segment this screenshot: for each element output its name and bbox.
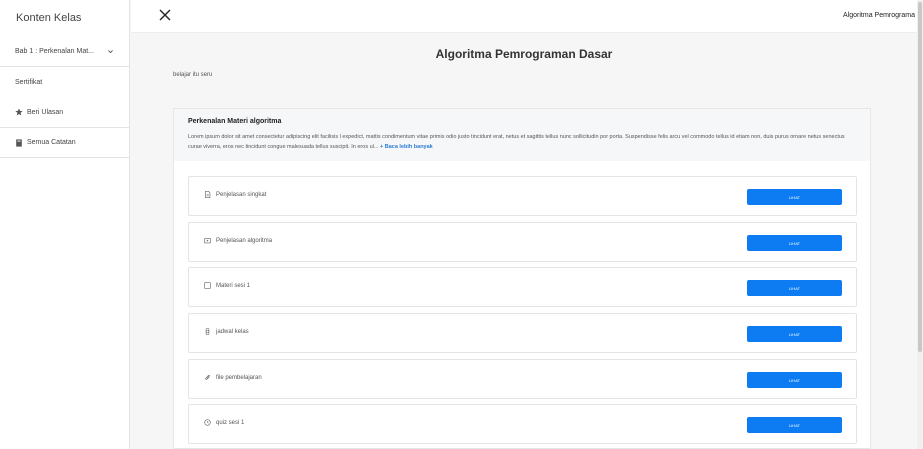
list-item-label-group: quiz sesi 1 (204, 419, 244, 426)
lihat-button[interactable]: LIHAT (747, 280, 842, 296)
list-item-label-group: jadwal kelas (204, 328, 249, 335)
sidebar-item-sertifikat[interactable]: Sertifikat (0, 67, 129, 97)
list-item-label: Penjelasan algoritma (216, 237, 273, 244)
list-item[interactable]: Penjelasan algoritma LIHAT (188, 222, 857, 262)
lihat-button[interactable]: LIHAT (747, 417, 842, 433)
square-icon (204, 282, 211, 289)
list-item[interactable]: quiz sesi 1 LIHAT (188, 404, 857, 444)
sidebar-item-semua-catatan[interactable]: Semua Catatan (0, 127, 129, 158)
lihat-button[interactable]: LIHAT (747, 372, 842, 388)
sidebar: Konten Kelas Bab 1 : Perkenalan Mat... S… (0, 0, 130, 449)
list-item-label-group: Penjelasan singkat (204, 191, 266, 198)
chapter-panel: Perkenalan Materi algoritma Lorem ipsum … (173, 108, 871, 449)
chapter-intro-body: Lorem ipsum dolor sit amet consectetur a… (188, 132, 856, 152)
sidebar-item-label: Beri Ulasan (27, 108, 64, 116)
video-icon (204, 238, 211, 244)
page-title: Algoritma Pemrograman Dasar (435, 47, 613, 61)
star-icon (15, 108, 23, 116)
lihat-button[interactable]: LIHAT (747, 189, 842, 205)
notebook-icon (16, 138, 22, 147)
course-subtitle: belajar itu seru (173, 72, 213, 78)
chevron-down-icon (108, 49, 113, 53)
list-item[interactable]: file pembelajaran LIHAT (188, 359, 857, 399)
clock-icon (204, 419, 211, 426)
sidebar-item-beri-ulasan[interactable]: Beri Ulasan (0, 97, 129, 127)
list-item-label-group: file pembelajaran (204, 374, 262, 381)
sidebar-item-label: Sertifikat (15, 78, 43, 86)
paperclip-icon (205, 374, 210, 380)
sidebar-chapter-dropdown[interactable]: Bab 1 : Perkenalan Mat... (0, 36, 129, 67)
list-item[interactable]: jadwal kelas LIHAT (188, 313, 857, 353)
list-item-label-group: Materi sesi 1 (204, 282, 250, 289)
chapter-intro-title: Perkenalan Materi algoritma (188, 118, 282, 125)
lihat-button[interactable]: LIHAT (747, 326, 842, 342)
document-icon (205, 191, 211, 198)
lihat-button[interactable]: LIHAT (747, 235, 842, 251)
list-item-label: file pembelajaran (216, 374, 262, 381)
scrollbar[interactable] (917, 0, 923, 449)
list-item-label-group: Penjelasan algoritma (204, 237, 272, 244)
list-item-label: jadwal kelas (216, 328, 249, 335)
chapter-intro-text: Lorem ipsum dolor sit amet consectetur a… (188, 134, 845, 150)
list-item-label: Materi sesi 1 (216, 282, 251, 289)
scrollbar-thumb[interactable] (918, 2, 922, 352)
sidebar-chapter-label: Bab 1 : Perkenalan Mat... (15, 47, 94, 55)
top-bar: Algoritma Pemrograma (131, 0, 917, 33)
list-item-label: Penjelasan singkat (216, 191, 267, 198)
course-name: Algoritma Pemrograma (843, 12, 915, 19)
sidebar-title: Konten Kelas (16, 12, 82, 24)
list-item-label: quiz sesi 1 (216, 419, 245, 426)
watch-icon (205, 328, 210, 335)
sidebar-item-label: Semua Catatan (27, 139, 76, 146)
list-item[interactable]: Penjelasan singkat LIHAT (188, 176, 857, 216)
list-item[interactable]: Materi sesi 1 LIHAT (188, 267, 857, 307)
close-icon[interactable] (158, 8, 172, 22)
chapter-intro: Perkenalan Materi algoritma Lorem ipsum … (174, 109, 870, 161)
read-more-link[interactable]: + Baca lebih banyak (380, 144, 433, 150)
